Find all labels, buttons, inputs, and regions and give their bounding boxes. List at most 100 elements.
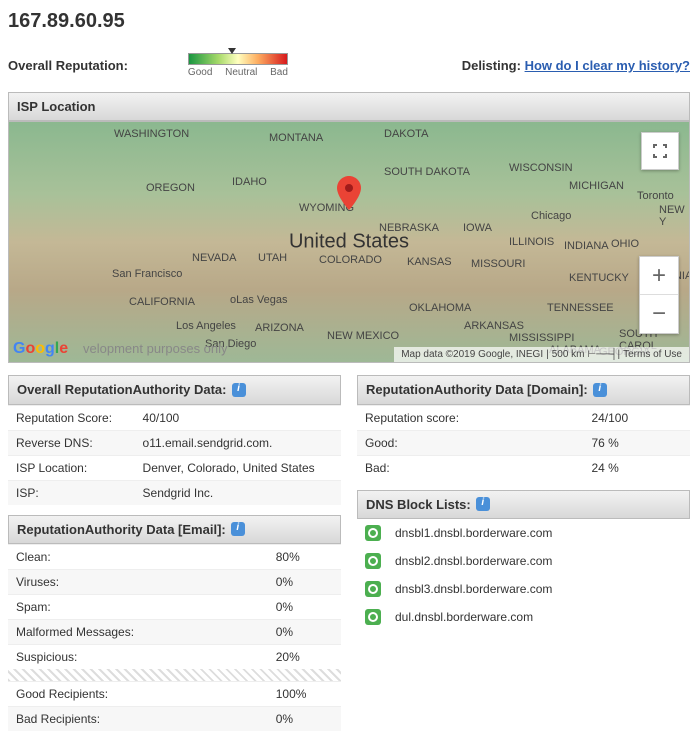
status-ok-icon: [365, 581, 381, 597]
row-value: 0%: [268, 707, 341, 731]
row-value: 0%: [268, 570, 341, 595]
reputation-gauge: Good Neutral Bad: [188, 53, 288, 78]
row-value: 0%: [268, 620, 341, 645]
map-place-label: KENTUCKY: [569, 272, 629, 284]
domain-table: Reputation score:24/100Good:76 %Bad:24 %: [357, 405, 690, 480]
blocklist-item: dnsbl3.dnsbl.borderware.com: [357, 575, 690, 603]
map-place-label: OREGON: [146, 182, 195, 194]
row-key: Spam:: [8, 595, 268, 620]
table-row: Bad:24 %: [357, 455, 690, 480]
status-ok-icon: [365, 553, 381, 569]
blocklist-host: dnsbl2.dnsbl.borderware.com: [395, 554, 552, 568]
zoom-in-button[interactable]: +: [640, 257, 678, 295]
row-key: Malformed Messages:: [8, 620, 268, 645]
table-row: Good Recipients:100%: [8, 682, 341, 707]
map-place-label: COLORADO: [319, 254, 382, 266]
table-row: Reputation score:24/100: [357, 405, 690, 430]
gauge-good-label: Good: [188, 67, 212, 78]
table-row: Viruses:0%: [8, 570, 341, 595]
delisting-link[interactable]: How do I clear my history?: [525, 58, 690, 73]
info-icon[interactable]: [593, 383, 607, 397]
map-place-label: IDAHO: [232, 176, 267, 188]
row-key: Reputation Score:: [8, 405, 135, 430]
row-value: 40/100: [135, 405, 341, 430]
map-place-label: ARIZONA: [255, 322, 304, 334]
row-key: Good Recipients:: [8, 682, 268, 707]
blocklist-host: dnsbl1.dnsbl.borderware.com: [395, 526, 552, 540]
overall-section-header: Overall ReputationAuthority Data:: [8, 375, 341, 405]
map-place-label: KANSAS: [407, 256, 452, 268]
isp-location-header: ISP Location: [8, 92, 690, 121]
map-place-label: Toronto: [637, 190, 674, 202]
overall-reputation-label: Overall Reputation:: [8, 58, 128, 73]
terms-link[interactable]: Terms of Use: [623, 349, 682, 360]
top-bar: Overall Reputation: Good Neutral Bad Del…: [0, 53, 698, 86]
gauge-neutral-label: Neutral: [225, 67, 257, 78]
table-row: Reverse DNS:o11.email.sendgrid.com.: [8, 430, 341, 455]
page-title: 167.89.60.95: [0, 0, 698, 53]
map-place-label: ARKANSAS: [464, 320, 524, 332]
map-place-label: INDIANA: [564, 240, 609, 252]
google-logo: Google: [13, 340, 68, 358]
map-place-label: Chicago: [531, 210, 571, 222]
row-value: 20%: [268, 645, 341, 670]
row-key: Good:: [357, 430, 583, 455]
table-row: Spam:0%: [8, 595, 341, 620]
gauge-pointer-icon: [228, 48, 236, 54]
fullscreen-button[interactable]: [641, 132, 679, 170]
map-place-label: San Francisco: [112, 268, 182, 280]
email-table-recipients: Good Recipients:100%Bad Recipients:0%: [8, 681, 341, 731]
row-key: Suspicious:: [8, 645, 268, 670]
status-ok-icon: [365, 609, 381, 625]
map-place-label: OHIO: [611, 238, 639, 250]
map-marker-icon: [337, 176, 361, 213]
info-icon[interactable]: [231, 522, 245, 536]
overall-table: Reputation Score:40/100Reverse DNS:o11.e…: [8, 405, 341, 505]
blocklists-section-header: DNS Block Lists:: [357, 490, 690, 520]
row-value: 80%: [268, 545, 341, 570]
zoom-control: + −: [639, 256, 679, 334]
delisting-label: Delisting:: [462, 58, 521, 73]
map-place-label: OKLAHOMA: [409, 302, 471, 314]
map-attribution: Map data ©2019 Google, INEGI|500 km⊢──┤|…: [394, 347, 689, 362]
map-place-label: SOUTH DAKOTA: [384, 166, 470, 178]
map-place-label: Los Angeles: [176, 320, 236, 332]
map-place-label: IOWA: [463, 222, 492, 234]
row-key: ISP:: [8, 480, 135, 505]
table-row: Reputation Score:40/100: [8, 405, 341, 430]
info-icon[interactable]: [232, 383, 246, 397]
table-row: Clean:80%: [8, 545, 341, 570]
map-place-label: MISSISSIPPI: [509, 332, 574, 344]
map-place-label: ILLINOIS: [509, 236, 554, 248]
row-key: Bad:: [357, 455, 583, 480]
row-key: Reverse DNS:: [8, 430, 135, 455]
blocklist-host: dnsbl3.dnsbl.borderware.com: [395, 582, 552, 596]
blocklist-list: dnsbl1.dnsbl.borderware.com dnsbl2.dnsbl.…: [357, 519, 690, 631]
table-row: Bad Recipients:0%: [8, 707, 341, 731]
row-key: Clean:: [8, 545, 268, 570]
blocklist-item: dul.dnsbl.borderware.com: [357, 603, 690, 631]
map[interactable]: WASHINGTONMONTANADAKOTAOREGONIDAHOWYOMIN…: [8, 121, 690, 363]
row-value: 24 %: [583, 455, 690, 480]
row-value: Sendgrid Inc.: [135, 480, 341, 505]
row-key: Viruses:: [8, 570, 268, 595]
email-table: Clean:80%Viruses:0%Spam:0%Malformed Mess…: [8, 544, 341, 669]
map-center-label: United States: [289, 231, 409, 254]
map-place-label: WASHINGTON: [114, 128, 189, 140]
map-place-label: DAKOTA: [384, 128, 428, 140]
domain-section-header: ReputationAuthority Data [Domain]:: [357, 375, 690, 405]
map-place-label: MICHIGAN: [569, 180, 624, 192]
map-place-label: UTAH: [258, 252, 287, 264]
table-row: Good:76 %: [357, 430, 690, 455]
email-section-header: ReputationAuthority Data [Email]:: [8, 515, 341, 545]
status-ok-icon: [365, 525, 381, 541]
info-icon[interactable]: [476, 497, 490, 511]
row-value: o11.email.sendgrid.com.: [135, 430, 341, 455]
row-value: 100%: [268, 682, 341, 707]
zoom-out-button[interactable]: −: [640, 295, 678, 333]
map-place-label: NEW MEXICO: [327, 330, 399, 342]
map-place-label: oLas Vegas: [230, 294, 288, 306]
table-row: ISP:Sendgrid Inc.: [8, 480, 341, 505]
table-row: Suspicious:20%: [8, 645, 341, 670]
map-place-label: WISCONSIN: [509, 162, 573, 174]
